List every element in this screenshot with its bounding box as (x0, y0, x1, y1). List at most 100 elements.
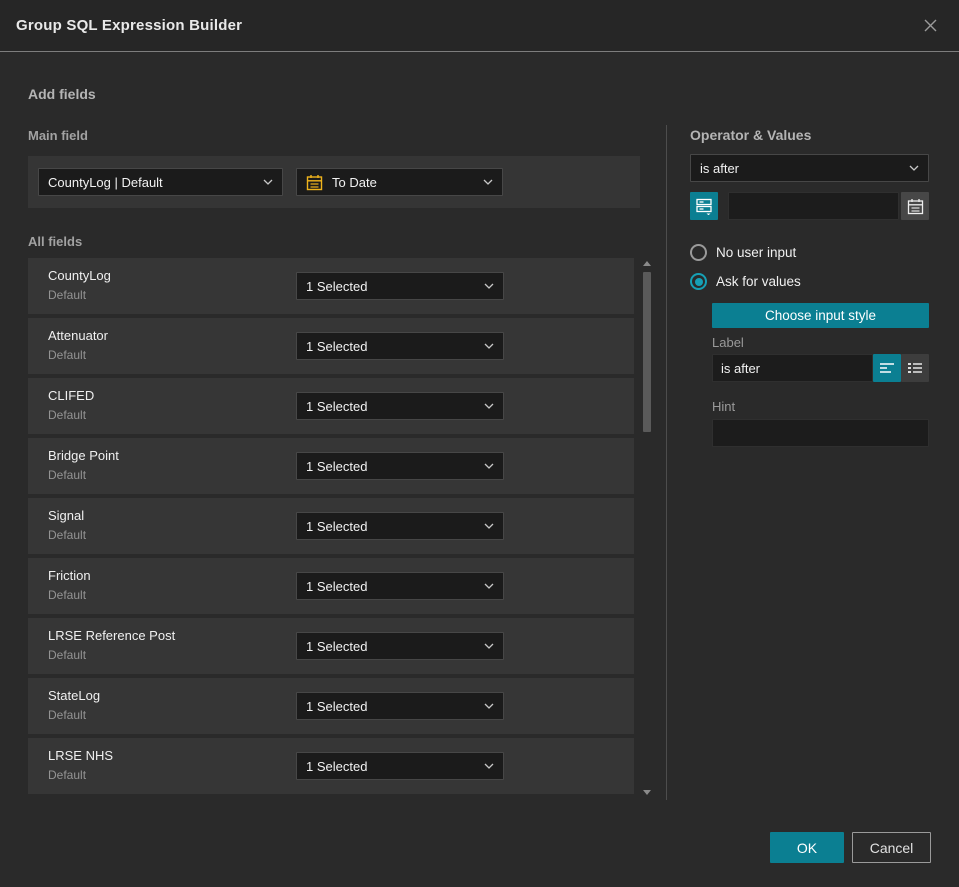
field-subtitle: Default (48, 408, 87, 422)
field-name: StateLog (48, 688, 101, 703)
list-icon (908, 363, 922, 373)
all-fields-list: CountyLog Default 1 Selected Attenuator De… (28, 258, 652, 798)
value-calendar-button[interactable] (901, 192, 929, 220)
main-field-box: CountyLog | Default To Date (28, 156, 640, 208)
radio-label: No user input (716, 245, 797, 260)
choose-input-style-button[interactable]: Choose input style (712, 303, 929, 328)
close-icon[interactable] (917, 13, 943, 39)
field-subtitle: Default (48, 348, 87, 362)
list-style-button[interactable] (901, 354, 929, 382)
main-field-heading: Main field (28, 128, 88, 143)
field-row: Bridge Point Default 1 Selected (28, 438, 634, 494)
scroll-up-icon[interactable] (643, 261, 651, 266)
field-subtitle: Default (48, 288, 87, 302)
field-values-select[interactable]: 1 Selected (296, 692, 504, 720)
select-value: is after (700, 160, 740, 176)
field-subtitle: Default (48, 588, 87, 602)
add-fields-heading: Add fields (28, 86, 96, 102)
field-subtitle: Default (48, 468, 87, 482)
field-name: Attenuator (48, 328, 108, 343)
field-name: CountyLog (48, 268, 111, 283)
select-value: 1 Selected (306, 758, 368, 774)
chevron-down-icon (484, 523, 494, 529)
chevron-down-icon (483, 179, 493, 185)
label-row (712, 354, 931, 382)
field-row: Friction Default 1 Selected (28, 558, 634, 614)
list-scrollbar[interactable] (642, 258, 652, 798)
field-row: StateLog Default 1 Selected (28, 678, 634, 734)
calendar-icon (907, 198, 923, 214)
field-row: LRSE Reference Post Default 1 Selected (28, 618, 634, 674)
ok-button[interactable]: OK (770, 832, 844, 863)
field-values-select[interactable]: 1 Selected (296, 512, 504, 540)
chevron-down-icon (484, 763, 494, 769)
label-input[interactable] (712, 354, 873, 382)
field-values-select[interactable]: 1 Selected (296, 632, 504, 660)
field-name: Signal (48, 508, 85, 523)
hint-input[interactable] (712, 419, 929, 447)
operator-values-heading: Operator & Values (690, 127, 812, 143)
label-caption: Label (712, 335, 744, 350)
select-value: 1 Selected (306, 398, 368, 414)
field-values-select[interactable]: 1 Selected (296, 452, 504, 480)
select-value: CountyLog | Default (48, 174, 163, 190)
radio-circle-selected (690, 273, 707, 290)
dialog-titlebar: Group SQL Expression Builder (0, 0, 959, 52)
field-values-select[interactable]: 1 Selected (296, 272, 504, 300)
field-subtitle: Default (48, 528, 87, 542)
select-value: 1 Selected (306, 338, 368, 354)
field-values-select[interactable]: 1 Selected (296, 752, 504, 780)
calendar-icon (306, 174, 323, 191)
dialog-title: Group SQL Expression Builder (16, 17, 243, 34)
main-field-type-select[interactable]: To Date (296, 168, 503, 196)
field-row: LRSE NHS Default 1 Selected (28, 738, 634, 794)
select-value: 1 Selected (306, 638, 368, 654)
select-value: To Date (332, 174, 377, 190)
main-field-select[interactable]: CountyLog | Default (38, 168, 283, 196)
all-fields-heading: All fields (28, 234, 83, 249)
field-row: CountyLog Default 1 Selected (28, 258, 634, 314)
single-line-style-button[interactable] (873, 354, 901, 382)
radio-label: Ask for values (716, 274, 801, 289)
chevron-down-icon (263, 179, 273, 185)
field-name: Friction (48, 568, 91, 583)
field-name: Bridge Point (48, 448, 119, 463)
hint-caption: Hint (712, 399, 736, 414)
field-values-select[interactable]: 1 Selected (296, 392, 504, 420)
chevron-down-icon (484, 643, 494, 649)
operator-select[interactable]: is after (690, 154, 929, 182)
scroll-down-icon[interactable] (643, 790, 651, 795)
radio-ask-for-values[interactable]: Ask for values (690, 273, 801, 290)
dialog-footer: OK Cancel (770, 832, 931, 863)
value-input[interactable] (728, 192, 899, 220)
chevron-down-icon (484, 403, 494, 409)
select-value: 1 Selected (306, 458, 368, 474)
field-name: CLIFED (48, 388, 95, 403)
value-source-button[interactable] (690, 192, 718, 220)
chevron-down-icon (484, 703, 494, 709)
field-name: LRSE NHS (48, 748, 114, 763)
radio-circle (690, 244, 707, 261)
field-values-select[interactable]: 1 Selected (296, 332, 504, 360)
cancel-button[interactable]: Cancel (852, 832, 931, 863)
radio-no-user-input[interactable]: No user input (690, 244, 796, 261)
field-row: CLIFED Default 1 Selected (28, 378, 634, 434)
select-value: 1 Selected (306, 578, 368, 594)
select-value: 1 Selected (306, 518, 368, 534)
stacked-values-icon (696, 198, 712, 215)
field-name: LRSE Reference Post (48, 628, 176, 643)
select-value: 1 Selected (306, 278, 368, 294)
chevron-down-icon (484, 463, 494, 469)
field-subtitle: Default (48, 648, 87, 662)
field-row: Attenuator Default 1 Selected (28, 318, 634, 374)
scrollbar-thumb[interactable] (643, 272, 651, 432)
chevron-down-icon (484, 343, 494, 349)
select-value: 1 Selected (306, 698, 368, 714)
chevron-down-icon (484, 583, 494, 589)
field-row: Signal Default 1 Selected (28, 498, 634, 554)
field-values-select[interactable]: 1 Selected (296, 572, 504, 600)
chevron-down-icon (484, 283, 494, 289)
align-left-icon (880, 363, 894, 373)
field-rows: CountyLog Default 1 Selected Attenuator De… (28, 258, 634, 794)
panel-divider (666, 125, 667, 800)
